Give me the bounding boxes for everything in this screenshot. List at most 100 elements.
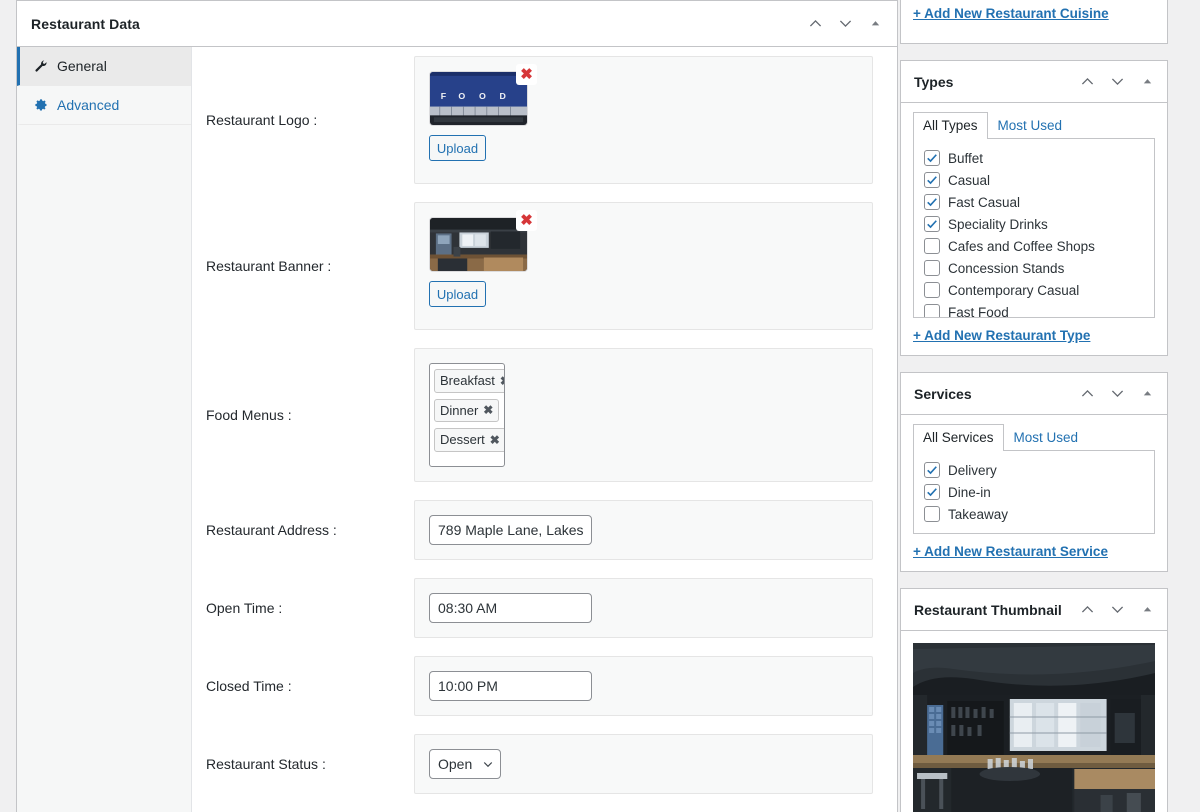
types-panel: Types All Types Most Used	[900, 60, 1168, 356]
field-row-restaurant-logo: Restaurant Logo : FO	[192, 47, 897, 193]
checkbox-unchecked-icon[interactable]	[924, 506, 940, 522]
services-panel-title: Services	[914, 386, 1073, 402]
checkbox-checked-icon[interactable]	[924, 216, 940, 232]
add-new-restaurant-service-link[interactable]: + Add New Restaurant Service	[913, 544, 1108, 559]
move-up-icon[interactable]	[1073, 596, 1101, 624]
gear-icon	[33, 98, 48, 113]
checkbox-unchecked-icon[interactable]	[924, 282, 940, 298]
add-new-restaurant-cuisine-link[interactable]: + Add New Restaurant Cuisine	[913, 6, 1109, 21]
service-label: Takeaway	[948, 507, 1008, 522]
tab-most-used-types[interactable]: Most Used	[988, 112, 1073, 139]
services-panel-header: Services	[901, 373, 1167, 415]
types-checklist[interactable]: Buffet Casual Fast Casual Speciality Dri…	[913, 138, 1155, 318]
settings-tabs: General Advanced	[17, 47, 192, 812]
type-checkbox-row[interactable]: Fast Casual	[924, 191, 1144, 213]
banner-thumb-box: ✖	[429, 217, 528, 272]
move-up-icon[interactable]	[1073, 68, 1101, 96]
tag-item[interactable]: Breakfast ✖	[434, 369, 505, 393]
tab-advanced[interactable]: Advanced	[17, 86, 191, 125]
closed-time-input[interactable]	[429, 671, 592, 701]
remove-logo-button[interactable]: ✖	[516, 64, 537, 85]
service-checkbox-row[interactable]: Delivery	[924, 459, 1144, 481]
banner-media-wrapper: ✖ Upload	[429, 217, 528, 307]
thumbnail-panel-header: Restaurant Thumbnail	[901, 589, 1167, 631]
checkbox-unchecked-icon[interactable]	[924, 260, 940, 276]
move-down-icon[interactable]	[1103, 68, 1131, 96]
checkbox-checked-icon[interactable]	[924, 172, 940, 188]
service-checkbox-row[interactable]: Dine-in	[924, 481, 1144, 503]
types-header-controls	[1073, 68, 1161, 96]
tab-all-types[interactable]: All Types	[913, 112, 988, 139]
collapse-toggle-icon[interactable]	[1133, 596, 1161, 624]
metabox-body: General Advanced Restaurant Logo :	[17, 47, 897, 812]
checkbox-checked-icon[interactable]	[924, 484, 940, 500]
checkbox-checked-icon[interactable]	[924, 462, 940, 478]
logo-preview-image: FO OD	[429, 71, 528, 126]
checkbox-checked-icon[interactable]	[924, 194, 940, 210]
closed-time-label: Closed Time :	[206, 678, 414, 694]
type-checkbox-row[interactable]: Buffet	[924, 147, 1144, 169]
services-panel: Services All Services Most Used	[900, 372, 1168, 572]
restaurant-status-select[interactable]: Open	[429, 749, 501, 779]
tag-item[interactable]: Dessert ✖	[434, 428, 505, 452]
collapse-toggle-icon[interactable]	[861, 10, 889, 38]
remove-banner-button[interactable]: ✖	[516, 210, 537, 231]
upload-banner-button[interactable]: Upload	[429, 281, 486, 307]
food-menus-control: Breakfast ✖ Dinner ✖ Dessert ✖	[414, 348, 873, 482]
thumbnail-panel-title: Restaurant Thumbnail	[914, 602, 1073, 618]
types-panel-title: Types	[914, 74, 1073, 90]
restaurant-thumbnail-panel: Restaurant Thumbnail	[900, 588, 1168, 812]
collapse-toggle-icon[interactable]	[1133, 68, 1161, 96]
svg-text:D: D	[500, 91, 506, 101]
closed-time-control	[414, 656, 873, 716]
services-header-controls	[1073, 380, 1161, 408]
tab-most-used-services[interactable]: Most Used	[1004, 424, 1089, 451]
types-panel-body: All Types Most Used Buffet Casual Fast C…	[901, 103, 1167, 355]
add-new-restaurant-type-link[interactable]: + Add New Restaurant Type	[913, 328, 1090, 343]
tab-all-services[interactable]: All Services	[913, 424, 1004, 451]
type-label: Concession Stands	[948, 261, 1064, 276]
wrench-icon	[33, 59, 48, 74]
services-tab-nav: All Services Most Used	[913, 424, 1155, 451]
restaurant-banner-control: ✖ Upload	[414, 202, 873, 330]
tag-remove-icon[interactable]: ✖	[490, 432, 500, 448]
type-checkbox-row[interactable]: Casual	[924, 169, 1144, 191]
move-down-icon[interactable]	[1103, 596, 1131, 624]
tag-remove-icon[interactable]: ✖	[500, 373, 505, 389]
sidebar-column: + Add New Restaurant Cuisine Types	[900, 0, 1184, 812]
banner-preview-image	[429, 217, 528, 272]
type-checkbox-row[interactable]: Contemporary Casual	[924, 279, 1144, 301]
food-menus-tag-list[interactable]: Breakfast ✖ Dinner ✖ Dessert ✖	[429, 363, 505, 467]
type-checkbox-row[interactable]: Fast Food	[924, 301, 1144, 318]
checkbox-checked-icon[interactable]	[924, 150, 940, 166]
type-checkbox-row[interactable]: Speciality Drinks	[924, 213, 1144, 235]
type-checkbox-row[interactable]: Cafes and Coffee Shops	[924, 235, 1144, 257]
move-up-icon[interactable]	[801, 10, 829, 38]
thumbnail-panel-body	[901, 631, 1167, 812]
restaurant-logo-control: FO OD	[414, 56, 873, 184]
logo-media-wrapper: FO OD	[429, 71, 528, 161]
restaurant-banner-label: Restaurant Banner :	[206, 258, 414, 274]
upload-logo-button[interactable]: Upload	[429, 135, 486, 161]
type-checkbox-row[interactable]: Concession Stands	[924, 257, 1144, 279]
restaurant-logo-label: Restaurant Logo :	[206, 112, 414, 128]
collapse-toggle-icon[interactable]	[1133, 380, 1161, 408]
restaurant-address-input[interactable]	[429, 515, 592, 545]
move-down-icon[interactable]	[1103, 380, 1131, 408]
tag-remove-icon[interactable]: ✖	[483, 402, 493, 418]
open-time-input[interactable]	[429, 593, 592, 623]
move-down-icon[interactable]	[831, 10, 859, 38]
restaurant-data-metabox: Restaurant Data	[16, 0, 898, 812]
tab-general[interactable]: General	[17, 47, 191, 86]
general-settings-form: Restaurant Logo : FO	[192, 47, 897, 812]
services-checklist[interactable]: Delivery Dine-in Takeaway	[913, 450, 1155, 534]
food-menus-label: Food Menus :	[206, 407, 414, 423]
service-checkbox-row[interactable]: Takeaway	[924, 503, 1144, 525]
restaurant-thumbnail-image[interactable]	[913, 643, 1155, 812]
tag-item[interactable]: Dinner ✖	[434, 399, 499, 423]
checkbox-unchecked-icon[interactable]	[924, 238, 940, 254]
services-panel-body: All Services Most Used Delivery Dine-in …	[901, 415, 1167, 571]
main-column: Restaurant Data	[0, 0, 900, 812]
checkbox-unchecked-icon[interactable]	[924, 304, 940, 318]
move-up-icon[interactable]	[1073, 380, 1101, 408]
